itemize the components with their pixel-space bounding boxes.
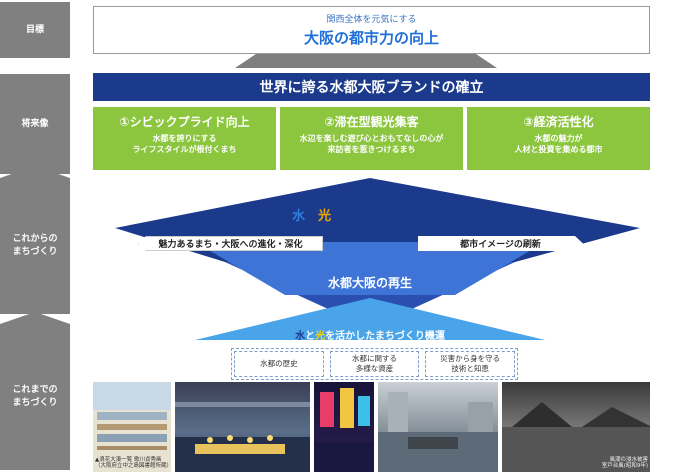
vision-economy: ③経済活性化 水都の魅力が 人材と投資を集める都市 [467,107,650,170]
vision-title: ②滞在型観光集客 [324,115,419,129]
promotion-title: 水と光のまちづくりの推進 [230,205,510,224]
photo-flood: 風潮の浸水被害 室戸台風(昭和9年) [502,382,650,472]
vision-desc: 水都の魅力が 人材と投資を集める都市 [514,134,603,154]
brand-banner: 世界に誇る水都大阪ブランドの確立 [93,73,650,101]
photo-caption-right: 風潮の浸水被害 室戸台風(昭和9年) [601,456,648,470]
lower-light: 光 [315,331,326,342]
photo-ukiyoe: ▲浪花大湊一覧 歌川貞秀画 （大阪府立中之島図書館所蔵） [93,382,171,472]
goal-title: 大阪の都市力の向上 [303,29,439,47]
goal-subtitle: 関西全体を元気にする [326,15,417,25]
title-rest: のまちづくりの推進 [331,209,449,224]
festival-image [175,402,310,472]
riverside-image [378,392,498,472]
title-light: 光 [318,209,332,224]
vision-title: ①シビックプライド向上 [119,115,250,129]
vision-desc: 水辺を楽しむ遊び心とおもてなしの心が 来訪者を惹きつけるまち [299,134,444,154]
label-future-development: これからの まちづくり [0,166,70,314]
momentum-title: 水と光を活かしたまちづくり機運 [245,327,495,342]
vision-civic-pride: ①シビックプライド向上 水都を誇りにする ライフスタイルが根付くまち [93,107,276,170]
lower-rest: を活かしたまちづくり機運 [325,331,445,342]
label-future-vision: 将来像 [0,74,70,174]
revival-title: 水都大阪の再生 [327,276,412,290]
neon-image [314,388,374,472]
photo-strip: ▲浪花大湊一覧 歌川貞秀画 （大阪府立中之島図書館所蔵） 風潮の浸水被害 室戸台… [93,382,650,472]
photo-river-festival [175,382,310,472]
up-arrow [235,54,497,68]
goal-box: 関西全体を元気にする 大阪の都市力の向上 [93,6,650,54]
label-goal: 目標 [0,2,70,58]
tag-history: 水都の歴史 [234,351,324,377]
vision-desc: 水都を誇りにする ライフスタイルが根付くまち [132,134,237,154]
ribbon-image-renewal: 都市イメージの刷新 [418,236,583,251]
lower-water: 水 [295,331,306,342]
title-water: 水 [291,209,305,224]
pyramid-graphic [115,178,640,340]
vision-tourism: ②滞在型観光集客 水辺を楽しむ遊び心とおもてなしの心が 来訪者を惹きつけるまち [280,107,463,170]
photo-neon-night [314,382,374,472]
label-past-development: これまでの まちづくり [0,312,70,470]
photo-caption-left: ▲浪花大湊一覧 歌川貞秀画 （大阪府立中之島図書館所蔵） [95,456,171,470]
ribbon-evolution: 魅力あるまち・大阪への進化・深化 [138,236,323,251]
tag-assets: 水都に関する 多様な資産 [329,351,420,377]
heritage-tags: 水都の歴史 水都に関する 多様な資産 災害から身を守る 技術と知恵 [231,348,518,380]
vision-title: ③経済活性化 [523,115,594,129]
tag-disaster: 災害から身を守る 技術と知恵 [425,351,516,377]
vision-row: ①シビックプライド向上 水都を誇りにする ライフスタイルが根付くまち ②滞在型観… [93,107,650,170]
lower-and: と [305,331,316,342]
title-and: と [304,209,318,224]
photo-riverside [378,382,498,472]
